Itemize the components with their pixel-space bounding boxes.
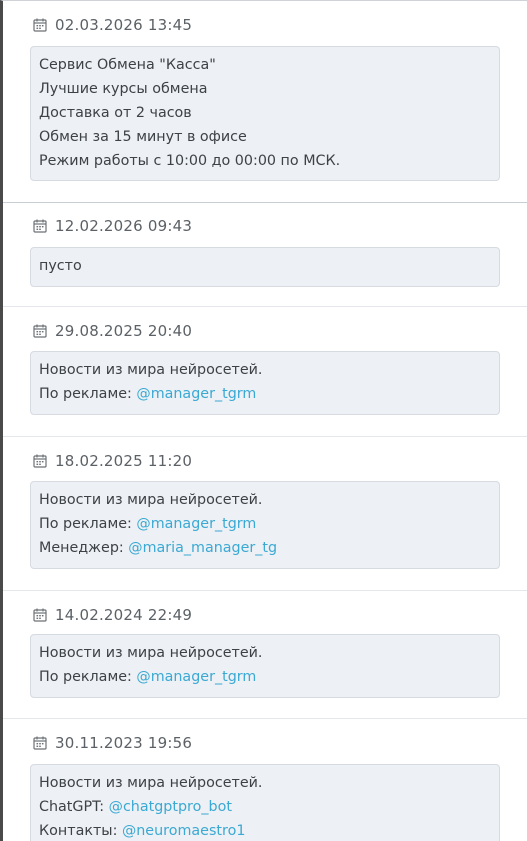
entry-date-text: 12.02.2026 09:43 [55, 217, 193, 235]
entry-date: 30.11.2023 19:56 [33, 733, 192, 753]
calendar-icon [33, 18, 47, 32]
calendar-icon [33, 454, 47, 468]
message-line: Доставка от 2 часов [39, 105, 192, 121]
entry-date: 02.03.2026 13:45 [33, 15, 192, 35]
message-line: пусто [39, 258, 82, 274]
message-line: Менеджер: @maria_manager_tg [39, 539, 491, 563]
history-entry: 12.02.2026 09:43 пусто [3, 203, 527, 307]
calendar-icon [33, 736, 47, 750]
entry-date-text: 02.03.2026 13:45 [55, 16, 193, 34]
message-line: Режим работы с 10:00 до 00:00 по МСК. [39, 153, 341, 169]
history-entry: 14.02.2024 22:49 Новости из мира нейросе… [3, 591, 527, 719]
entry-message: Новости из мира нейросетей. По рекламе: … [30, 481, 500, 569]
entry-message: Сервис Обмена "Касса" Лучшие курсы обмен… [30, 46, 500, 181]
username-link[interactable]: @manager_tgrm [136, 516, 256, 532]
history-entry: 29.08.2025 20:40 Новости из мира нейросе… [3, 307, 527, 437]
line-prefix: Менеджер: [39, 540, 129, 556]
entry-message: Новости из мира нейросетей. ChatGPT: @ch… [30, 764, 500, 841]
message-line: Сервис Обмена "Касса" [39, 57, 216, 73]
entry-message: Новости из мира нейросетей. По рекламе: … [30, 351, 500, 415]
entry-date-text: 29.08.2025 20:40 [55, 322, 193, 340]
entry-date-text: 18.02.2025 11:20 [55, 452, 193, 470]
message-line: Лучшие курсы обмена [39, 81, 208, 97]
message-line: Обмен за 15 минут в офисе [39, 129, 247, 145]
message-line: Новости из мира нейросетей. [39, 362, 263, 378]
history-entry: 30.11.2023 19:56 Новости из мира нейросе… [3, 719, 527, 841]
message-line: По рекламе: @manager_tgrm [39, 385, 491, 409]
username-link[interactable]: @neuromaestro1 [122, 823, 245, 839]
message-line: Новости из мира нейросетей. [39, 775, 263, 791]
calendar-icon [33, 219, 47, 233]
username-link[interactable]: @manager_tgrm [136, 669, 256, 685]
message-line: По рекламе: @manager_tgrm [39, 668, 491, 692]
entry-message: Новости из мира нейросетей. По рекламе: … [30, 634, 500, 698]
entry-date: 29.08.2025 20:40 [33, 321, 192, 341]
history-entry: 18.02.2025 11:20 Новости из мира нейросе… [3, 437, 527, 591]
line-prefix: По рекламе: [39, 669, 137, 685]
calendar-icon [33, 324, 47, 338]
entry-date: 18.02.2025 11:20 [33, 451, 192, 471]
entry-date-text: 14.02.2024 22:49 [55, 606, 193, 624]
message-line: Новости из мира нейросетей. [39, 645, 263, 661]
username-link[interactable]: @chatgptpro_bot [109, 799, 232, 815]
entry-date-text: 30.11.2023 19:56 [55, 734, 193, 752]
username-link[interactable]: @manager_tgrm [136, 386, 256, 402]
entry-date: 14.02.2024 22:49 [33, 605, 192, 625]
line-prefix: По рекламе: [39, 386, 137, 402]
calendar-icon [33, 608, 47, 622]
message-line: По рекламе: @manager_tgrm [39, 515, 491, 539]
line-prefix: Контакты: [39, 823, 122, 839]
line-prefix: По рекламе: [39, 516, 137, 532]
entry-message: пусто [30, 247, 500, 287]
history-panel: 02.03.2026 13:45 Сервис Обмена "Касса" Л… [0, 0, 527, 841]
message-line: Контакты: @neuromaestro1 [39, 822, 491, 841]
line-prefix: ChatGPT: [39, 799, 109, 815]
history-entry: 02.03.2026 13:45 Сервис Обмена "Касса" Л… [3, 1, 527, 203]
message-line: ChatGPT: @chatgptpro_bot [39, 798, 491, 822]
message-line: Новости из мира нейросетей. [39, 492, 263, 508]
username-link[interactable]: @maria_manager_tg [128, 540, 277, 556]
entry-date: 12.02.2026 09:43 [33, 216, 192, 236]
